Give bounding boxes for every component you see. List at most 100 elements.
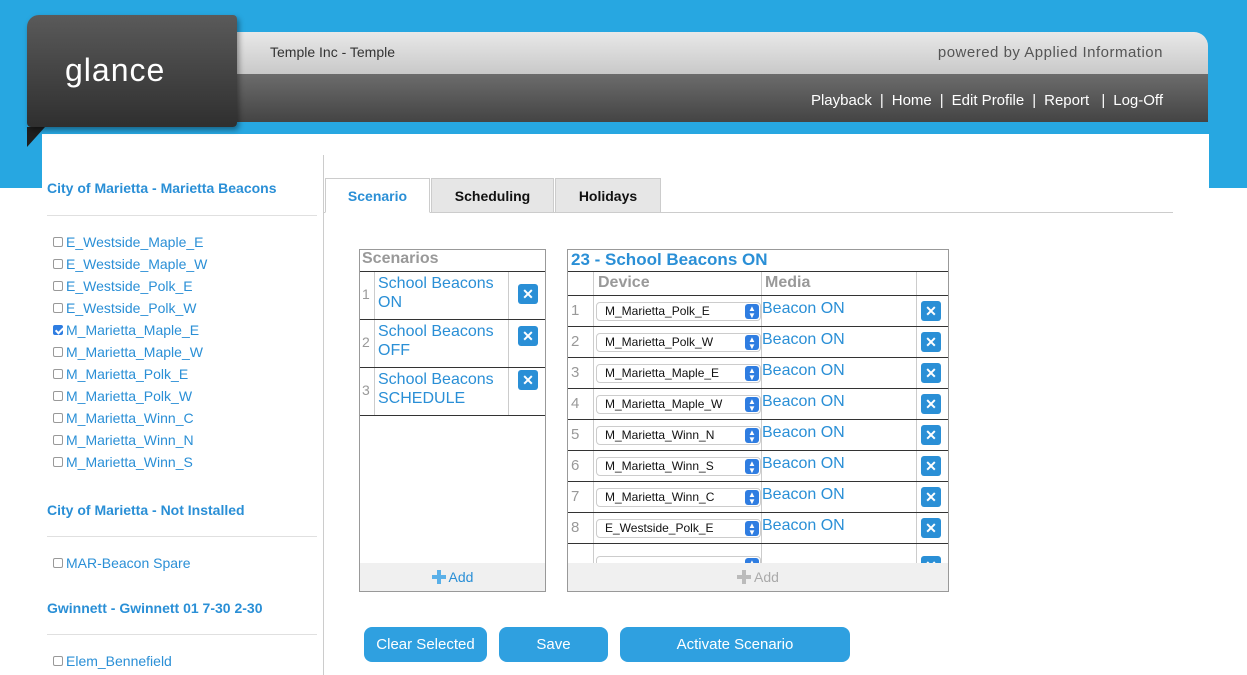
- sidebar-device-item[interactable]: MAR-Beacon Spare: [53, 553, 191, 573]
- row-number: 6: [571, 457, 580, 474]
- sidebar-device-item[interactable]: E_Westside_Maple_E: [53, 232, 203, 252]
- sidebar-device-item[interactable]: E_Westside_Polk_E: [53, 276, 193, 296]
- scenario-name[interactable]: School Beacons SCHEDULE: [378, 370, 508, 408]
- scenario-name[interactable]: School Beacons OFF: [378, 322, 508, 360]
- checkbox[interactable]: [53, 303, 63, 313]
- row-number: 2: [362, 334, 370, 350]
- sidebar-device-item[interactable]: Elem_Bennefield: [53, 651, 172, 671]
- sidebar-device-item[interactable]: E_Westside_Maple_W: [53, 254, 207, 274]
- row-number: 8: [571, 519, 580, 536]
- checkbox[interactable]: [53, 259, 63, 269]
- device-select[interactable]: M_Marietta_Winn_C ▲ ▼: [596, 488, 761, 507]
- device-select[interactable]: M_Marietta_Polk_W ▲ ▼: [596, 333, 761, 352]
- device-label: E_Westside_Polk_W: [66, 300, 197, 316]
- add-label: Add: [754, 569, 779, 585]
- scenario-name[interactable]: School Beacons ON: [378, 274, 508, 312]
- checkbox[interactable]: [53, 281, 63, 291]
- scenario-row[interactable]: 2 School Beacons OFF ✕: [360, 320, 545, 368]
- close-icon[interactable]: ✕: [921, 556, 941, 563]
- media-link[interactable]: Beacon ON: [762, 424, 845, 442]
- device-row: 1 M_Marietta_Polk_E ▲ ▼ Beacon ON ✕: [568, 296, 948, 327]
- scenario-row[interactable]: 1 School Beacons ON ✕: [360, 272, 545, 320]
- close-icon[interactable]: ✕: [921, 301, 941, 321]
- media-link[interactable]: Beacon ON: [762, 455, 845, 473]
- activate-scenario-button[interactable]: Activate Scenario: [620, 627, 850, 662]
- devices-list[interactable]: 1 M_Marietta_Polk_E ▲ ▼ Beacon ON ✕ 2 M_Ma…: [568, 296, 948, 563]
- close-icon[interactable]: ✕: [921, 456, 941, 476]
- checkbox[interactable]: [53, 391, 63, 401]
- divider: [916, 482, 917, 512]
- tab-holidays[interactable]: Holidays: [555, 178, 661, 213]
- close-icon[interactable]: ✕: [518, 326, 538, 346]
- scenario-name-cell: School Beacons SCHEDULE: [374, 368, 509, 415]
- sidebar-device-item[interactable]: E_Westside_Polk_W: [53, 298, 196, 318]
- row-number: 3: [362, 382, 370, 398]
- device-select[interactable]: M_Marietta_Maple_E ▲ ▼: [596, 364, 761, 383]
- sidebar-group-title: City of Marietta - Marietta Beacons: [47, 180, 277, 196]
- checkbox[interactable]: [53, 656, 63, 666]
- nav-log-off[interactable]: Log-Off: [1113, 92, 1163, 109]
- close-icon[interactable]: ✕: [518, 284, 538, 304]
- add-scenario-button[interactable]: Add: [360, 563, 545, 591]
- scenario-row[interactable]: 3 School Beacons SCHEDULE ✕: [360, 368, 545, 416]
- sidebar-device-item[interactable]: M_Marietta_Winn_N: [53, 430, 194, 450]
- media-link[interactable]: Beacon ON: [762, 362, 845, 380]
- clear-selected-button[interactable]: Clear Selected: [364, 627, 487, 662]
- media-link[interactable]: Beacon ON: [762, 517, 845, 535]
- close-icon[interactable]: ✕: [518, 370, 538, 390]
- media-link[interactable]: Beacon ON: [762, 486, 845, 504]
- media-link[interactable]: Beacon ON: [762, 300, 845, 318]
- updown-arrow-icon: ▲▼: [745, 490, 759, 506]
- tab-scenario[interactable]: Scenario: [325, 178, 430, 213]
- nav-report[interactable]: Report: [1044, 92, 1089, 109]
- close-icon[interactable]: ✕: [921, 487, 941, 507]
- device-row-partial: ▲▼ ✕: [568, 544, 948, 563]
- device-label: E_Westside_Maple_E: [66, 234, 204, 250]
- device-select[interactable]: M_Marietta_Maple_W ▲ ▼: [596, 395, 761, 414]
- close-icon[interactable]: ✕: [921, 332, 941, 352]
- sidebar-device-item[interactable]: M_Marietta_Maple_E: [53, 320, 199, 340]
- device-select[interactable]: M_Marietta_Winn_N ▲ ▼: [596, 426, 761, 445]
- nav-home[interactable]: Home: [892, 92, 932, 109]
- close-icon[interactable]: ✕: [921, 518, 941, 538]
- nav-playback[interactable]: Playback: [811, 92, 872, 109]
- device-label: MAR-Beacon Spare: [66, 555, 191, 571]
- close-icon[interactable]: ✕: [921, 394, 941, 414]
- add-device-button[interactable]: Add: [568, 563, 948, 591]
- device-select[interactable]: ▲▼: [596, 556, 761, 563]
- device-select[interactable]: E_Westside_Polk_E ▲ ▼: [596, 519, 761, 538]
- nav-edit-profile[interactable]: Edit Profile: [952, 92, 1025, 109]
- save-button[interactable]: Save: [499, 627, 608, 662]
- device-row: 2 M_Marietta_Polk_W ▲ ▼ Beacon ON ✕: [568, 327, 948, 358]
- divider: [47, 215, 317, 216]
- updown-arrow-icon: ▲▼: [745, 521, 759, 537]
- device-select[interactable]: M_Marietta_Winn_S ▲ ▼: [596, 457, 761, 476]
- sidebar-device-item[interactable]: M_Marietta_Polk_E: [53, 364, 188, 384]
- media-link[interactable]: Beacon ON: [762, 331, 845, 349]
- sidebar-device-item[interactable]: M_Marietta_Winn_C: [53, 408, 194, 428]
- checkbox[interactable]: [53, 457, 63, 467]
- checkbox[interactable]: [53, 558, 63, 568]
- tab-scheduling[interactable]: Scheduling: [431, 178, 554, 213]
- close-icon[interactable]: ✕: [921, 425, 941, 445]
- divider: [593, 420, 594, 450]
- close-icon[interactable]: ✕: [921, 363, 941, 383]
- device-select-value: M_Marietta_Winn_S: [605, 459, 714, 473]
- device-label: M_Marietta_Polk_W: [66, 388, 193, 404]
- updown-arrow-icon: ▲▼: [745, 335, 759, 351]
- device-row: 6 M_Marietta_Winn_S ▲ ▼ Beacon ON ✕: [568, 451, 948, 482]
- divider: [761, 544, 762, 563]
- checkbox[interactable]: [53, 347, 63, 357]
- device-row: 4 M_Marietta_Maple_W ▲ ▼ Beacon ON ✕: [568, 389, 948, 420]
- device-select[interactable]: M_Marietta_Polk_E ▲ ▼: [596, 302, 761, 321]
- divider: [593, 358, 594, 388]
- media-link[interactable]: Beacon ON: [762, 393, 845, 411]
- checkbox-checked[interactable]: [53, 325, 63, 335]
- checkbox[interactable]: [53, 237, 63, 247]
- sidebar-device-item[interactable]: M_Marietta_Maple_W: [53, 342, 203, 362]
- checkbox[interactable]: [53, 369, 63, 379]
- checkbox[interactable]: [53, 435, 63, 445]
- sidebar-device-item[interactable]: M_Marietta_Winn_S: [53, 452, 193, 472]
- checkbox[interactable]: [53, 413, 63, 423]
- sidebar-device-item[interactable]: M_Marietta_Polk_W: [53, 386, 192, 406]
